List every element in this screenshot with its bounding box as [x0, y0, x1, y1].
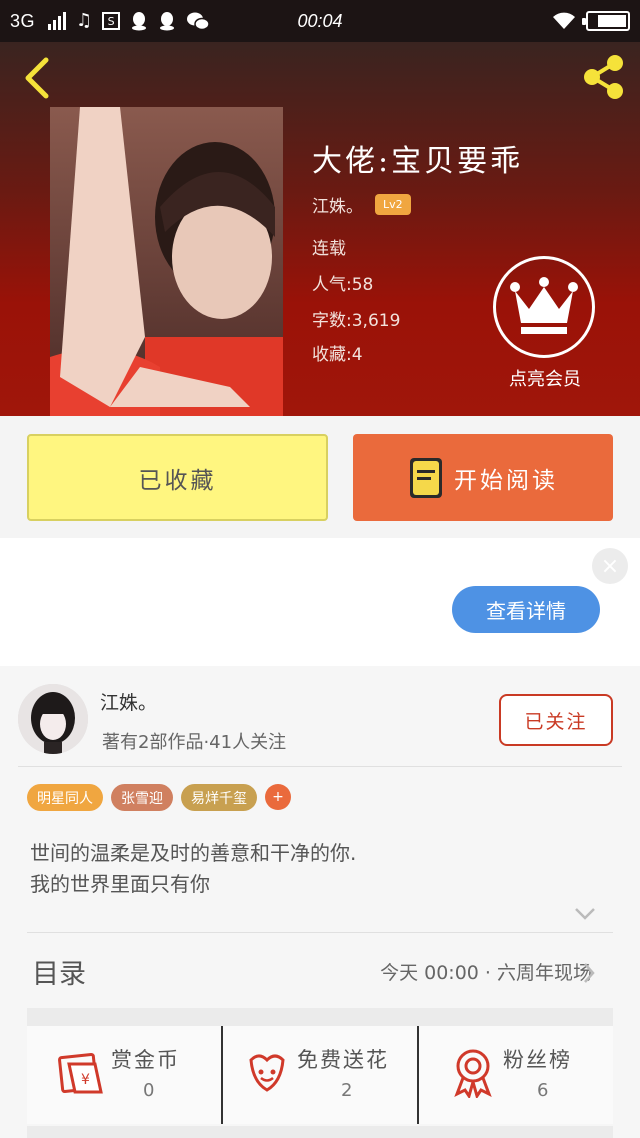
- author-description: 世间的温柔是及时的善意和干净的你. 我的世界里面只有你: [30, 838, 356, 900]
- author-summary: 著有2部作品·41人关注: [102, 732, 287, 753]
- author-card-name[interactable]: 江姝。: [100, 688, 157, 715]
- section-gap: [27, 1008, 613, 1026]
- toc-label[interactable]: 目录: [32, 952, 86, 991]
- tag-item[interactable]: 明星同人: [27, 784, 103, 811]
- author-name[interactable]: 江姝。: [312, 192, 363, 217]
- avatar[interactable]: [18, 684, 88, 754]
- favorite-button-label: 已收藏: [138, 467, 217, 494]
- status-bar: 3G ♫ S 00:04: [0, 0, 640, 42]
- cover-image: [50, 107, 283, 416]
- tag-item[interactable]: 张雪迎: [111, 784, 173, 811]
- divider: [27, 932, 613, 933]
- wifi-icon: [553, 12, 575, 29]
- book-status: 连载: [312, 239, 346, 259]
- stat-value: 0: [143, 1080, 155, 1101]
- popularity-label: 人气:: [312, 275, 352, 295]
- more-tags-button[interactable]: +: [265, 784, 291, 810]
- follow-button[interactable]: 已关注: [499, 694, 613, 746]
- book-title: 大佬:宝贝要乖: [312, 144, 524, 179]
- author-row: 江姝。 Lv2: [312, 192, 411, 217]
- action-bar: 已收藏 开始阅读: [0, 416, 640, 538]
- tag-item[interactable]: 易烊千玺: [181, 784, 257, 811]
- divider: [18, 766, 622, 767]
- reward-coins[interactable]: ¥ 赏金币 0: [27, 1026, 221, 1124]
- word-count-label: 字数:: [312, 311, 352, 331]
- clock: 00:04: [297, 10, 343, 31]
- favorites-label: 收藏:: [312, 345, 352, 365]
- book-icon: [410, 457, 442, 498]
- toc-latest-chapter[interactable]: 今天 00:00 · 六周年现场: [380, 958, 592, 985]
- book-cover[interactable]: [50, 107, 283, 416]
- fan-ranking[interactable]: 粉丝榜 6: [417, 1026, 613, 1124]
- flower-icon: [249, 1054, 285, 1092]
- share-icon[interactable]: [578, 52, 628, 102]
- start-reading-button[interactable]: 开始阅读: [353, 434, 613, 521]
- popularity-value: 58: [351, 275, 374, 295]
- section-gap: [27, 1126, 613, 1138]
- stats-bar: ¥ 赏金币 0 免费送花 2 粉丝榜 6: [27, 1026, 613, 1124]
- stat-label: 免费送花: [297, 1048, 389, 1072]
- battery-icon: [582, 11, 630, 31]
- stat-value: 6: [537, 1080, 549, 1101]
- start-reading-label: 开始阅读: [454, 467, 558, 494]
- favorites-value: 4: [351, 345, 363, 365]
- stat-label: 赏金币: [111, 1048, 180, 1072]
- chevron-right-icon[interactable]: [582, 961, 596, 985]
- back-icon[interactable]: [18, 56, 58, 100]
- popularity-row: 人气:58: [312, 270, 373, 295]
- tag-list: 明星同人 张雪迎 易烊千玺 +: [27, 784, 291, 811]
- vip-label[interactable]: 点亮会员: [470, 365, 620, 391]
- stat-label: 粉丝榜: [503, 1048, 572, 1072]
- free-flowers[interactable]: 免费送花 2: [221, 1026, 417, 1124]
- book-header: 大佬:宝贝要乖 江姝。 Lv2 连载 人气:58 字数:3,619 收藏:4 点…: [0, 42, 640, 416]
- author-card: 江姝。 著有2部作品·41人关注 已关注 明星同人 张雪迎 易烊千玺 + 世间的…: [0, 666, 640, 1138]
- avatar-image: [18, 684, 88, 754]
- crown-icon: [510, 277, 578, 334]
- favorites-row: 收藏:4: [312, 340, 363, 365]
- favorite-button[interactable]: 已收藏: [27, 434, 328, 521]
- view-details-button[interactable]: 查看详情: [452, 586, 600, 633]
- vip-button[interactable]: [493, 256, 595, 358]
- svg-text:¥: ¥: [81, 1072, 90, 1088]
- close-icon[interactable]: ×: [592, 548, 628, 584]
- red-envelope-icon: ¥: [58, 1053, 103, 1094]
- stat-value: 2: [341, 1080, 353, 1101]
- description-line: 世间的温柔是及时的善意和干净的你.: [30, 841, 357, 865]
- word-count-row: 字数:3,619: [312, 306, 400, 331]
- ad-panel: × 查看详情: [0, 538, 640, 666]
- description-line: 我的世界里面只有你: [30, 872, 210, 896]
- chevron-down-icon[interactable]: [573, 906, 597, 922]
- medal-icon: [454, 1049, 492, 1098]
- level-badge: Lv2: [375, 194, 411, 215]
- word-count-value: 3,619: [351, 311, 401, 331]
